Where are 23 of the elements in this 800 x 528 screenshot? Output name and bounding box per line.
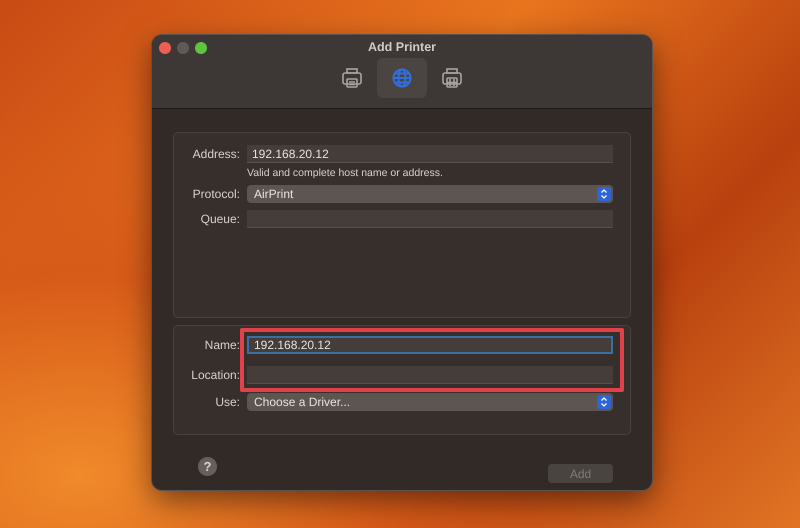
zoom-button[interactable] <box>195 42 207 54</box>
globe-icon <box>391 67 413 89</box>
close-button[interactable] <box>159 42 171 54</box>
window-title: Add Printer <box>368 39 436 54</box>
field-label: Location: <box>190 368 240 382</box>
toolbar-tab[interactable] <box>377 58 427 98</box>
popup-menu[interactable]: AirPrint <box>247 185 613 203</box>
chevron-updown-icon <box>597 187 611 201</box>
chevron-updown-icon <box>597 395 611 409</box>
text-field[interactable] <box>247 210 613 228</box>
field-label: Use: <box>214 395 240 409</box>
text-field[interactable] <box>247 366 613 384</box>
hint-text: Valid and complete host name or address. <box>247 167 444 179</box>
field-label: Address: <box>192 147 240 161</box>
text-field[interactable]: 192.168.20.12 <box>247 145 613 163</box>
popup-menu[interactable]: Choose a Driver... <box>247 393 613 411</box>
field-label: Queue: <box>200 212 240 226</box>
text-field[interactable]: 192.168.20.12 <box>247 336 613 354</box>
help-button[interactable]: ? <box>198 457 217 476</box>
printer-icon <box>441 67 463 89</box>
field-label: Protocol: <box>192 187 240 201</box>
printer-icon <box>341 67 363 89</box>
field-label: Name: <box>204 338 240 352</box>
